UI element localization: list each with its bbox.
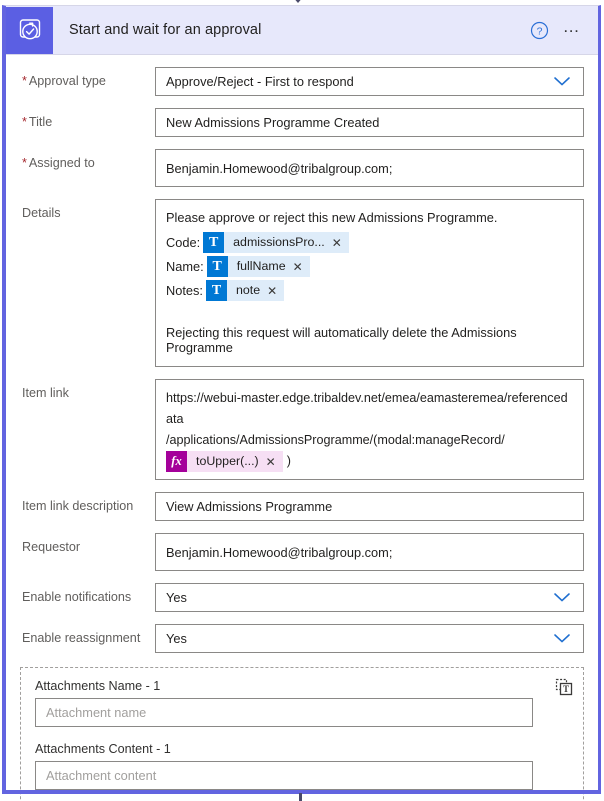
attachments-content-label: Attachments Content - 1 <box>35 742 335 756</box>
details-token-row: Name: T fullName ✕ <box>166 256 573 277</box>
required-asterisk: * <box>22 74 27 88</box>
dynamic-content-chip[interactable]: T note ✕ <box>206 280 284 301</box>
close-icon[interactable]: ✕ <box>293 261 310 273</box>
label-enable-reassignment: Enable reassignment <box>22 624 155 646</box>
required-asterisk: * <box>22 115 27 129</box>
field-row-requestor: Requestor Benjamin.Homewood@tribalgroup.… <box>6 533 598 571</box>
details-token-row: Notes: T note ✕ <box>166 280 573 301</box>
chip-label: admissionsPro... <box>224 235 332 250</box>
chip-label: toUpper(...) <box>187 451 266 472</box>
dynamic-content-chip[interactable]: T fullName ✕ <box>207 256 310 277</box>
field-row-assigned-to: *Assigned to Benjamin.Homewood@tribalgro… <box>6 149 598 187</box>
attachments-group: T Attachments Name - 1 Attachment name A… <box>20 667 584 801</box>
item-link-tail: ) <box>287 454 291 468</box>
item-link-description-input[interactable]: View Admissions Programme <box>155 492 584 521</box>
text-token-icon: T <box>206 280 227 301</box>
item-link-line-2: /applications/AdmissionsProgramme/(modal… <box>166 430 573 451</box>
details-rich-input[interactable]: Please approve or reject this new Admiss… <box>155 199 584 367</box>
label-enable-notifications: Enable notifications <box>22 583 155 605</box>
details-intro-text: Please approve or reject this new Admiss… <box>166 209 573 229</box>
card-header: Start and wait for an approval ? … <box>6 6 598 55</box>
field-row-details: Details Please approve or reject this ne… <box>6 199 598 367</box>
chip-label: note <box>227 283 267 298</box>
enable-notifications-dropdown[interactable]: Yes <box>155 583 584 612</box>
close-icon[interactable]: ✕ <box>332 237 349 249</box>
enable-notifications-value: Yes <box>166 590 187 605</box>
details-token-row: Code: T admissionsPro... ✕ <box>166 232 573 253</box>
chevron-down-icon <box>553 633 571 644</box>
details-row-prefix: Code: <box>166 235 200 250</box>
item-link-line-3: fx toUpper(...) ✕ ) <box>166 451 573 472</box>
expression-chip[interactable]: fx toUpper(...) ✕ <box>166 451 283 472</box>
details-row-prefix: Notes: <box>166 283 203 298</box>
field-row-item-link: Item link https://webui-master.edge.trib… <box>6 379 598 480</box>
svg-text:?: ? <box>536 25 542 37</box>
label-approval-type: *Approval type <box>22 67 155 89</box>
item-link-input[interactable]: https://webui-master.edge.tribaldev.net/… <box>155 379 584 480</box>
field-row-enable-reassignment: Enable reassignment Yes <box>6 624 598 653</box>
connector-arrow-icon <box>292 0 304 3</box>
field-row-approval-type: *Approval type Approve/Reject - First to… <box>6 67 598 96</box>
assigned-to-input[interactable]: Benjamin.Homewood@tribalgroup.com; <box>155 149 584 187</box>
card-body: *Approval type Approve/Reject - First to… <box>6 67 598 801</box>
attachments-content-input[interactable]: Attachment content <box>35 761 533 790</box>
assigned-to-value: Benjamin.Homewood@tribalgroup.com; <box>166 161 392 176</box>
title-value: New Admissions Programme Created <box>166 115 379 130</box>
attachments-content-placeholder: Attachment content <box>46 768 156 783</box>
details-blank-line <box>166 304 573 324</box>
action-card: Start and wait for an approval ? … *Appr… <box>2 5 601 793</box>
dynamic-content-chip[interactable]: T admissionsPro... ✕ <box>203 232 349 253</box>
delete-item-icon[interactable]: T <box>555 678 573 696</box>
label-item-link: Item link <box>22 379 155 401</box>
label-requestor: Requestor <box>22 533 155 555</box>
approval-type-dropdown[interactable]: Approve/Reject - First to respond <box>155 67 584 96</box>
attachments-name-input[interactable]: Attachment name <box>35 698 533 727</box>
approval-checkmark-icon <box>6 7 53 54</box>
text-token-icon: T <box>203 232 224 253</box>
function-token-icon: fx <box>166 451 187 472</box>
close-icon[interactable]: ✕ <box>267 285 284 297</box>
label-title: *Title <box>22 108 155 130</box>
label-item-link-description: Item link description <box>22 492 155 514</box>
required-asterisk: * <box>22 156 27 170</box>
title-input[interactable]: New Admissions Programme Created <box>155 108 584 137</box>
ellipsis-icon[interactable]: … <box>563 22 582 38</box>
help-circle-icon[interactable]: ? <box>530 21 549 40</box>
enable-reassignment-dropdown[interactable]: Yes <box>155 624 584 653</box>
approval-type-value: Approve/Reject - First to respond <box>166 74 354 89</box>
connector-stub <box>299 793 302 801</box>
chevron-down-icon <box>553 76 571 87</box>
attachments-name-label: Attachments Name - 1 <box>35 679 335 693</box>
text-token-icon: T <box>207 256 228 277</box>
requestor-value: Benjamin.Homewood@tribalgroup.com; <box>166 545 392 560</box>
approval-action-card-root: Start and wait for an approval ? … *Appr… <box>0 0 604 801</box>
field-row-enable-notifications: Enable notifications Yes <box>6 583 598 612</box>
label-details: Details <box>22 199 155 221</box>
chevron-down-icon <box>553 592 571 603</box>
field-row-title: *Title New Admissions Programme Created <box>6 108 598 137</box>
label-assigned-to: *Assigned to <box>22 149 155 171</box>
item-link-line-1: https://webui-master.edge.tribaldev.net/… <box>166 388 573 430</box>
close-icon[interactable]: ✕ <box>266 456 283 468</box>
requestor-input[interactable]: Benjamin.Homewood@tribalgroup.com; <box>155 533 584 571</box>
item-link-description-value: View Admissions Programme <box>166 499 332 514</box>
field-row-item-link-description: Item link description View Admissions Pr… <box>6 492 598 521</box>
details-row-prefix: Name: <box>166 259 204 274</box>
details-outro-text: Rejecting this request will automaticall… <box>166 324 573 358</box>
enable-reassignment-value: Yes <box>166 631 187 646</box>
svg-text:T: T <box>563 684 569 694</box>
chip-label: fullName <box>228 259 293 274</box>
card-title: Start and wait for an approval <box>53 22 530 38</box>
attachments-name-placeholder: Attachment name <box>46 705 146 720</box>
